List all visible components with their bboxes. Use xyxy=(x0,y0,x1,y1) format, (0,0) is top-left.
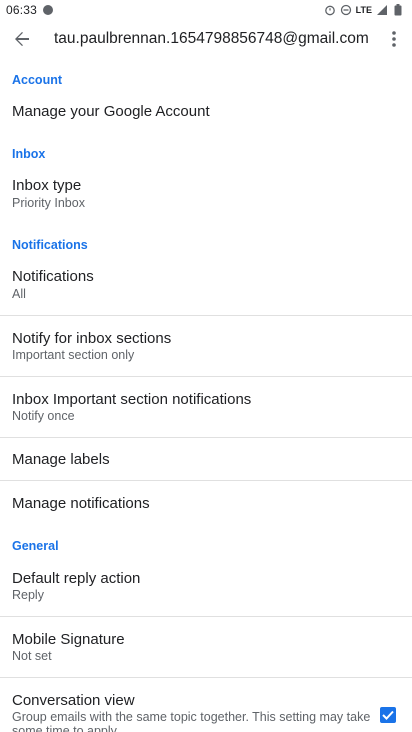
alarm-icon xyxy=(324,4,336,16)
section-header-inbox: Inbox xyxy=(12,147,46,161)
notifications-title: Notifications xyxy=(12,268,94,285)
arrow-back-icon xyxy=(15,32,29,46)
check-icon xyxy=(382,710,394,720)
notify-inbox-sections-value: Important section only xyxy=(12,348,135,362)
network-type: LTE xyxy=(355,5,372,15)
manage-labels-item[interactable]: Manage labels xyxy=(0,438,412,480)
manage-google-account-item[interactable]: Manage your Google Account xyxy=(0,92,412,132)
default-reply-action-value: Reply xyxy=(12,588,44,602)
manage-google-account-title: Manage your Google Account xyxy=(12,103,210,120)
conversation-view-item[interactable]: Conversation view Group emails with the … xyxy=(0,678,412,732)
mobile-signature-title: Mobile Signature xyxy=(12,631,125,648)
status-time: 06:33 xyxy=(6,3,38,17)
status-icons: LTE xyxy=(324,4,404,16)
status-bar: 06:33 LTE xyxy=(0,0,412,20)
notifications-item[interactable]: Notifications All xyxy=(0,259,412,315)
conversation-view-description: Group emails with the same topic togethe… xyxy=(12,710,371,732)
default-reply-action-item[interactable]: Default reply action Reply xyxy=(0,557,412,616)
conversation-view-title: Conversation view xyxy=(12,692,135,709)
default-reply-action-title: Default reply action xyxy=(12,570,141,587)
manage-labels-title: Manage labels xyxy=(12,451,110,468)
notifications-value: All xyxy=(12,287,26,301)
manage-notifications-title: Manage notifications xyxy=(12,495,150,512)
inbox-type-item[interactable]: Inbox type Priority Inbox xyxy=(0,168,412,218)
app-bar: tau.paulbrennan.1654798856748@gmail.com xyxy=(0,20,412,58)
conversation-view-checkbox[interactable] xyxy=(380,707,396,723)
dnd-icon xyxy=(340,4,352,16)
battery-icon xyxy=(392,4,404,16)
notification-dot-icon xyxy=(43,5,54,15)
signal-icon xyxy=(376,4,388,16)
account-email-title: tau.paulbrennan.1654798856748@gmail.com xyxy=(54,30,369,47)
inbox-important-notifications-title: Inbox Important section notifications xyxy=(12,391,252,408)
section-header-notifications: Notifications xyxy=(12,238,88,252)
mobile-signature-item[interactable]: Mobile Signature Not set xyxy=(0,617,412,677)
notify-inbox-sections-title: Notify for inbox sections xyxy=(12,330,172,347)
inbox-important-notifications-value: Notify once xyxy=(12,409,75,423)
overflow-menu-button[interactable] xyxy=(382,26,406,52)
more-vert-icon xyxy=(392,31,396,47)
inbox-type-title: Inbox type xyxy=(12,177,82,194)
section-header-account: Account xyxy=(12,73,62,87)
mobile-signature-value: Not set xyxy=(12,649,52,663)
inbox-important-notifications-item[interactable]: Inbox Important section notifications No… xyxy=(0,377,412,437)
back-button[interactable] xyxy=(0,20,44,58)
inbox-type-value: Priority Inbox xyxy=(12,196,85,210)
section-header-general: General xyxy=(12,539,59,553)
notify-inbox-sections-item[interactable]: Notify for inbox sections Important sect… xyxy=(0,316,412,376)
manage-notifications-item[interactable]: Manage notifications xyxy=(0,481,412,525)
